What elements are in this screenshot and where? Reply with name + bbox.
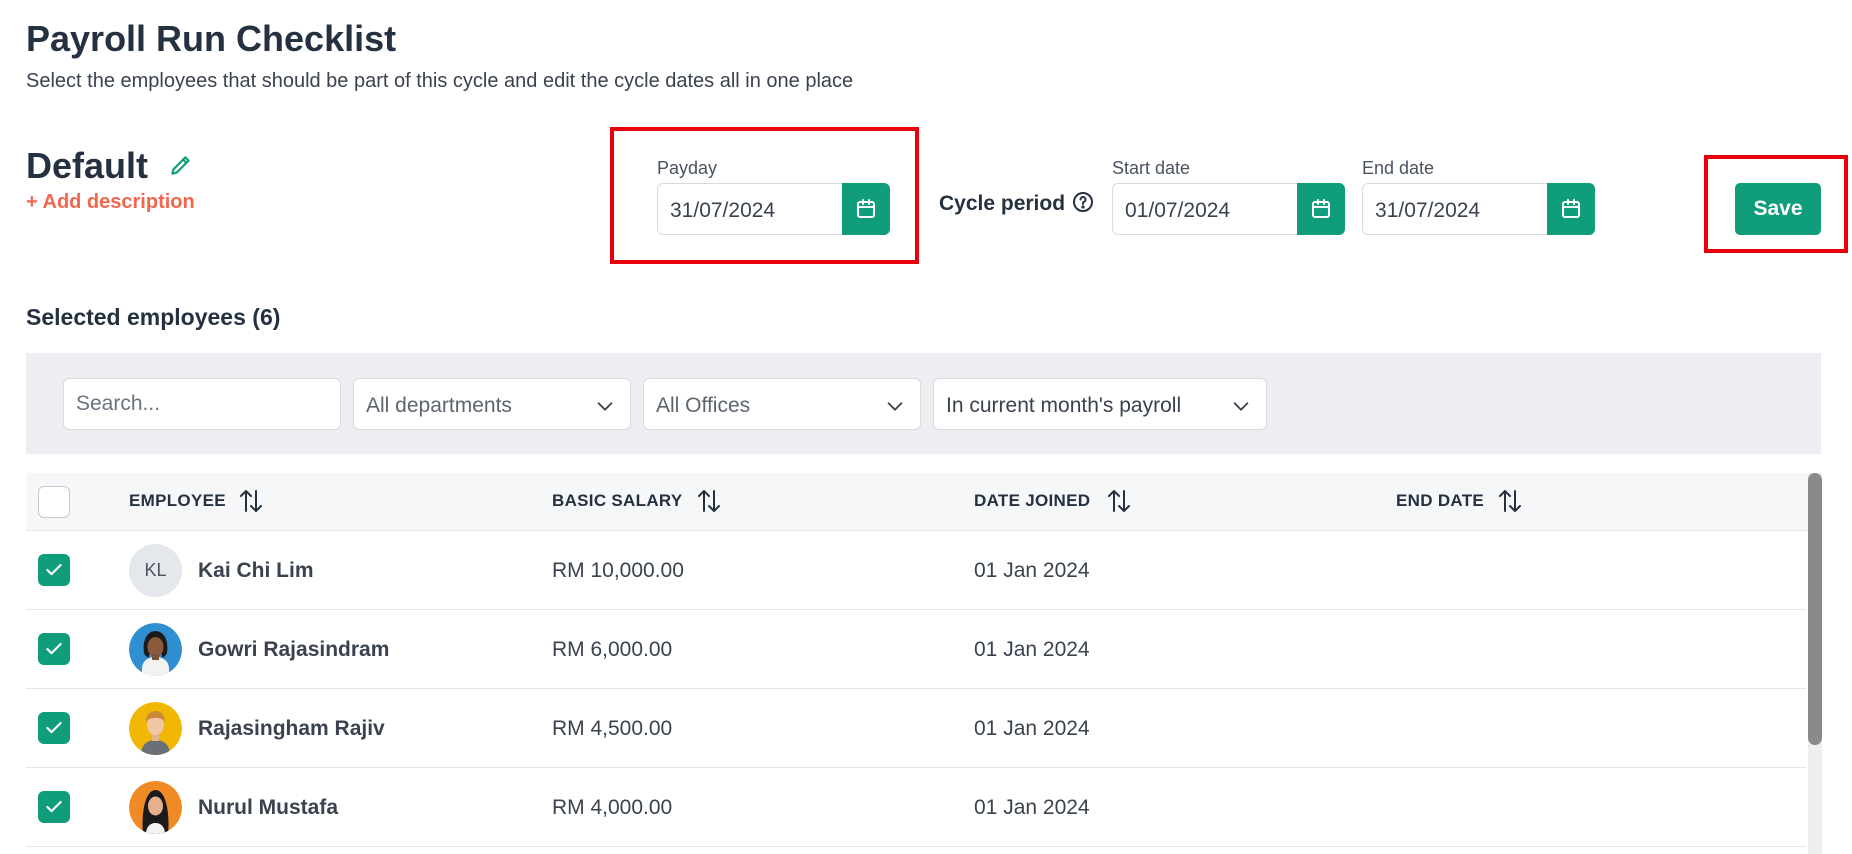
sort-icon[interactable]	[1106, 487, 1132, 515]
start-date-value: 01/07/2024	[1125, 199, 1231, 222]
end-date-field[interactable]: 31/07/2024	[1362, 183, 1595, 235]
page-title: Payroll Run Checklist	[26, 18, 397, 59]
avatar: KL	[129, 544, 182, 597]
payroll-status-select-value: In current month's payroll	[946, 394, 1182, 417]
table-row[interactable]: Gowri Rajasindram RM 6,000.00 01 Jan 202…	[26, 610, 1806, 689]
check-icon	[46, 563, 62, 576]
filter-bar: All departments All Offices In current m…	[26, 353, 1821, 454]
row-checkbox[interactable]	[38, 791, 70, 823]
sort-icon[interactable]	[238, 487, 264, 515]
date-joined: 01 Jan 2024	[974, 717, 1090, 740]
basic-salary: RM 4,000.00	[552, 796, 673, 819]
help-icon[interactable]	[1071, 190, 1095, 214]
start-date-label: Start date	[1112, 158, 1191, 178]
start-date-field[interactable]: 01/07/2024	[1112, 183, 1345, 235]
table-scrollbar-thumb[interactable]	[1808, 473, 1822, 745]
basic-salary: RM 6,000.00	[552, 638, 673, 661]
page-subtitle: Select the employees that should be part…	[26, 70, 854, 92]
office-select[interactable]: All Offices	[643, 378, 921, 430]
table-row[interactable]: Nurul Mustafa RM 4,000.00 01 Jan 2024	[26, 768, 1806, 847]
cycle-name: Default	[26, 145, 149, 186]
add-description-link[interactable]: + Add description	[26, 191, 195, 214]
sort-icon[interactable]	[1497, 487, 1523, 515]
chevron-down-icon	[1233, 402, 1249, 411]
end-date-value: 31/07/2024	[1375, 199, 1481, 222]
check-icon	[46, 800, 62, 813]
date-joined: 01 Jan 2024	[974, 638, 1090, 661]
date-joined: 01 Jan 2024	[974, 559, 1090, 582]
table-row[interactable]: KL Kai Chi Lim RM 10,000.00 01 Jan 2024	[26, 531, 1806, 610]
check-icon	[46, 642, 62, 655]
end-date-label: End date	[1362, 158, 1435, 178]
check-icon	[46, 721, 62, 734]
column-header-date-joined[interactable]: DATE JOINED	[974, 491, 1090, 511]
basic-salary: RM 10,000.00	[552, 559, 684, 582]
row-checkbox[interactable]	[38, 554, 70, 586]
cycle-period-label: Cycle period	[939, 192, 1066, 215]
employee-name[interactable]: Gowri Rajasindram	[198, 638, 389, 662]
select-all-checkbox[interactable]	[38, 486, 70, 518]
selected-employees-title: Selected employees (6)	[26, 304, 281, 330]
calendar-icon	[1562, 199, 1580, 218]
avatar	[129, 623, 182, 676]
column-header-employee[interactable]: EMPLOYEE	[129, 491, 226, 511]
calendar-icon	[1312, 199, 1330, 218]
table-header: EMPLOYEE BASIC SALARY DATE JOINED END DA…	[26, 473, 1821, 531]
employee-name[interactable]: Kai Chi Lim	[198, 559, 314, 583]
column-header-end-date[interactable]: END DATE	[1396, 491, 1484, 511]
edit-icon[interactable]	[168, 152, 194, 178]
employees-table: EMPLOYEE BASIC SALARY DATE JOINED END DA…	[26, 473, 1821, 854]
table-row[interactable]: Rajasingham Rajiv RM 4,500.00 01 Jan 202…	[26, 689, 1806, 768]
payday-highlight-box	[610, 127, 919, 264]
employee-name[interactable]: Rajasingham Rajiv	[198, 717, 385, 741]
avatar	[129, 702, 182, 755]
office-select-value: All Offices	[656, 394, 751, 417]
search-input[interactable]	[63, 378, 341, 430]
chevron-down-icon	[597, 402, 613, 411]
department-select[interactable]: All departments	[353, 378, 631, 430]
start-date-calendar-button[interactable]	[1297, 183, 1345, 235]
column-header-basic-salary[interactable]: BASIC SALARY	[552, 491, 682, 511]
payroll-status-select[interactable]: In current month's payroll	[933, 378, 1267, 430]
basic-salary: RM 4,500.00	[552, 717, 673, 740]
avatar	[129, 781, 182, 834]
row-checkbox[interactable]	[38, 712, 70, 744]
chevron-down-icon	[887, 402, 903, 411]
row-checkbox[interactable]	[38, 633, 70, 665]
end-date-calendar-button[interactable]	[1547, 183, 1595, 235]
department-select-value: All departments	[366, 394, 512, 417]
save-highlight-box	[1704, 155, 1848, 253]
employee-name[interactable]: Nurul Mustafa	[198, 796, 338, 820]
sort-icon[interactable]	[696, 487, 722, 515]
date-joined: 01 Jan 2024	[974, 796, 1090, 819]
